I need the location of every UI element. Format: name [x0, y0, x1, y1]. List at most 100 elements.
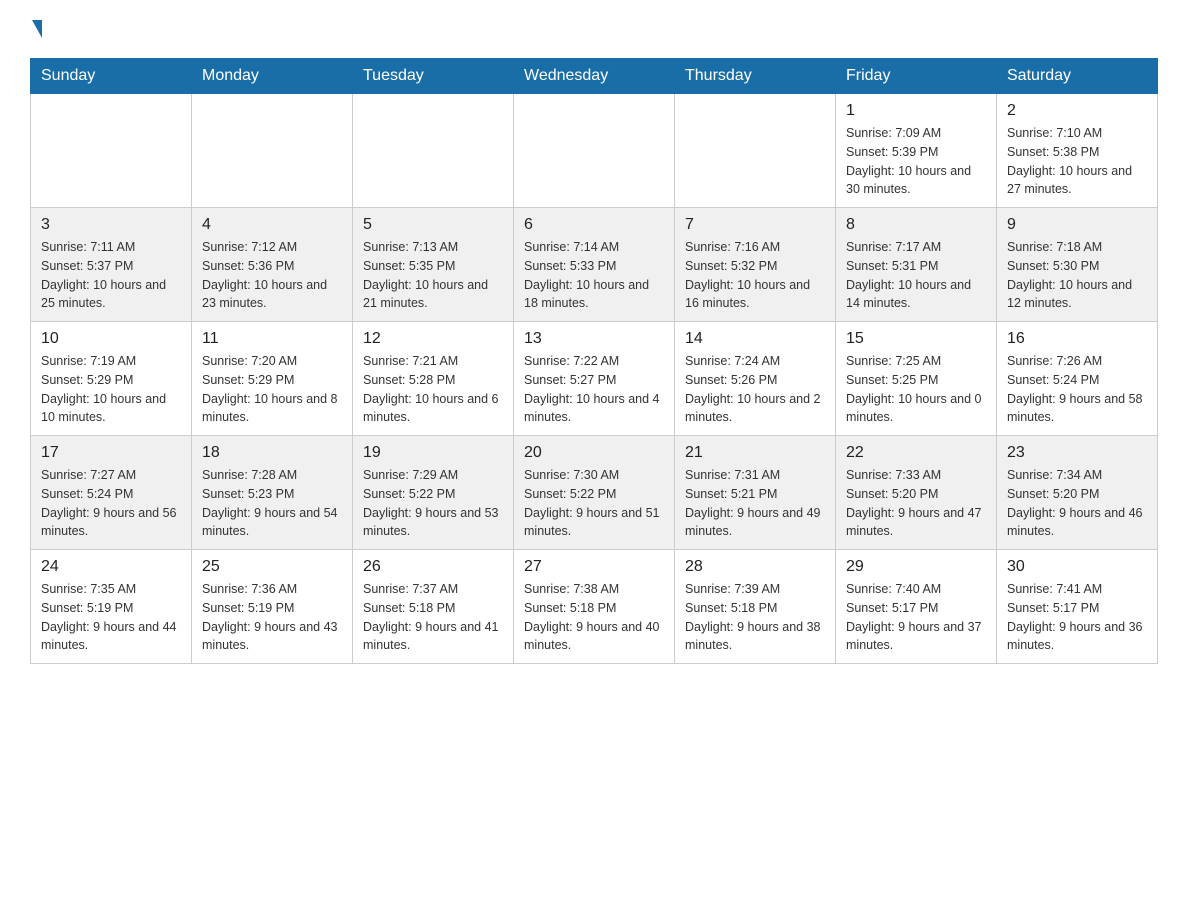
weekday-header-thursday: Thursday — [675, 59, 836, 94]
day-info: Sunrise: 7:30 AMSunset: 5:22 PMDaylight:… — [524, 466, 664, 541]
calendar-cell: 24 Sunrise: 7:35 AMSunset: 5:19 PMDayligh… — [31, 550, 192, 664]
day-number: 19 — [363, 444, 503, 462]
calendar-cell — [31, 94, 192, 208]
calendar-cell: 13 Sunrise: 7:22 AMSunset: 5:27 PMDayligh… — [514, 322, 675, 436]
calendar-week-row: 17 Sunrise: 7:27 AMSunset: 5:24 PMDayligh… — [31, 436, 1158, 550]
day-number: 14 — [685, 330, 825, 348]
day-number: 20 — [524, 444, 664, 462]
day-info: Sunrise: 7:18 AMSunset: 5:30 PMDaylight:… — [1007, 238, 1147, 313]
day-info: Sunrise: 7:39 AMSunset: 5:18 PMDaylight:… — [685, 580, 825, 655]
weekday-header-wednesday: Wednesday — [514, 59, 675, 94]
day-info: Sunrise: 7:33 AMSunset: 5:20 PMDaylight:… — [846, 466, 986, 541]
day-number: 28 — [685, 558, 825, 576]
day-info: Sunrise: 7:28 AMSunset: 5:23 PMDaylight:… — [202, 466, 342, 541]
day-number: 1 — [846, 102, 986, 120]
weekday-header-sunday: Sunday — [31, 59, 192, 94]
day-number: 21 — [685, 444, 825, 462]
day-number: 2 — [1007, 102, 1147, 120]
day-info: Sunrise: 7:34 AMSunset: 5:20 PMDaylight:… — [1007, 466, 1147, 541]
day-number: 11 — [202, 330, 342, 348]
logo — [30, 20, 42, 38]
day-number: 3 — [41, 216, 181, 234]
calendar-cell: 28 Sunrise: 7:39 AMSunset: 5:18 PMDayligh… — [675, 550, 836, 664]
calendar-cell: 23 Sunrise: 7:34 AMSunset: 5:20 PMDayligh… — [997, 436, 1158, 550]
day-info: Sunrise: 7:27 AMSunset: 5:24 PMDaylight:… — [41, 466, 181, 541]
calendar-cell — [675, 94, 836, 208]
calendar-cell: 19Sunrise: 7:29 AMSunset: 5:22 PMDayligh… — [353, 436, 514, 550]
calendar-cell: 4 Sunrise: 7:12 AMSunset: 5:36 PMDaylight… — [192, 208, 353, 322]
day-info: Sunrise: 7:09 AMSunset: 5:39 PMDaylight:… — [846, 124, 986, 199]
day-number: 26 — [363, 558, 503, 576]
calendar-cell: 25 Sunrise: 7:36 AMSunset: 5:19 PMDayligh… — [192, 550, 353, 664]
day-info: Sunrise: 7:36 AMSunset: 5:19 PMDaylight:… — [202, 580, 342, 655]
page-header — [30, 20, 1158, 38]
day-info: Sunrise: 7:24 AMSunset: 5:26 PMDaylight:… — [685, 352, 825, 427]
calendar-header-row: SundayMondayTuesdayWednesdayThursdayFrid… — [31, 59, 1158, 94]
calendar-week-row: 3 Sunrise: 7:11 AMSunset: 5:37 PMDaylight… — [31, 208, 1158, 322]
day-number: 22 — [846, 444, 986, 462]
day-info: Sunrise: 7:12 AMSunset: 5:36 PMDaylight:… — [202, 238, 342, 313]
day-info: Sunrise: 7:21 AMSunset: 5:28 PMDaylight:… — [363, 352, 503, 427]
calendar-table: SundayMondayTuesdayWednesdayThursdayFrid… — [30, 58, 1158, 664]
weekday-header-saturday: Saturday — [997, 59, 1158, 94]
calendar-cell — [353, 94, 514, 208]
day-number: 9 — [1007, 216, 1147, 234]
day-info: Sunrise: 7:19 AMSunset: 5:29 PMDaylight:… — [41, 352, 181, 427]
day-number: 25 — [202, 558, 342, 576]
calendar-cell: 14 Sunrise: 7:24 AMSunset: 5:26 PMDayligh… — [675, 322, 836, 436]
day-info: Sunrise: 7:11 AMSunset: 5:37 PMDaylight:… — [41, 238, 181, 313]
calendar-cell: 9 Sunrise: 7:18 AMSunset: 5:30 PMDaylight… — [997, 208, 1158, 322]
day-number: 30 — [1007, 558, 1147, 576]
calendar-cell: 30 Sunrise: 7:41 AMSunset: 5:17 PMDayligh… — [997, 550, 1158, 664]
day-number: 10 — [41, 330, 181, 348]
day-info: Sunrise: 7:13 AMSunset: 5:35 PMDaylight:… — [363, 238, 503, 313]
calendar-cell — [192, 94, 353, 208]
weekday-header-tuesday: Tuesday — [353, 59, 514, 94]
calendar-cell: 26 Sunrise: 7:37 AMSunset: 5:18 PMDayligh… — [353, 550, 514, 664]
calendar-cell — [514, 94, 675, 208]
day-number: 13 — [524, 330, 664, 348]
day-info: Sunrise: 7:20 AMSunset: 5:29 PMDaylight:… — [202, 352, 342, 427]
calendar-cell: 18 Sunrise: 7:28 AMSunset: 5:23 PMDayligh… — [192, 436, 353, 550]
day-info: Sunrise: 7:14 AMSunset: 5:33 PMDaylight:… — [524, 238, 664, 313]
calendar-cell: 29Sunrise: 7:40 AMSunset: 5:17 PMDayligh… — [836, 550, 997, 664]
day-number: 18 — [202, 444, 342, 462]
day-number: 4 — [202, 216, 342, 234]
calendar-cell: 8Sunrise: 7:17 AMSunset: 5:31 PMDaylight… — [836, 208, 997, 322]
calendar-cell: 21Sunrise: 7:31 AMSunset: 5:21 PMDayligh… — [675, 436, 836, 550]
calendar-week-row: 1 Sunrise: 7:09 AMSunset: 5:39 PMDaylight… — [31, 94, 1158, 208]
day-number: 27 — [524, 558, 664, 576]
calendar-cell: 11 Sunrise: 7:20 AMSunset: 5:29 PMDayligh… — [192, 322, 353, 436]
day-number: 16 — [1007, 330, 1147, 348]
calendar-week-row: 24 Sunrise: 7:35 AMSunset: 5:19 PMDayligh… — [31, 550, 1158, 664]
day-number: 23 — [1007, 444, 1147, 462]
day-info: Sunrise: 7:22 AMSunset: 5:27 PMDaylight:… — [524, 352, 664, 427]
day-info: Sunrise: 7:16 AMSunset: 5:32 PMDaylight:… — [685, 238, 825, 313]
day-number: 12 — [363, 330, 503, 348]
day-info: Sunrise: 7:37 AMSunset: 5:18 PMDaylight:… — [363, 580, 503, 655]
day-info: Sunrise: 7:41 AMSunset: 5:17 PMDaylight:… — [1007, 580, 1147, 655]
logo-arrow-icon — [32, 20, 42, 38]
day-number: 29 — [846, 558, 986, 576]
calendar-cell: 3 Sunrise: 7:11 AMSunset: 5:37 PMDaylight… — [31, 208, 192, 322]
calendar-cell: 2 Sunrise: 7:10 AMSunset: 5:38 PMDaylight… — [997, 94, 1158, 208]
day-number: 15 — [846, 330, 986, 348]
day-info: Sunrise: 7:26 AMSunset: 5:24 PMDaylight:… — [1007, 352, 1147, 427]
calendar-cell: 20 Sunrise: 7:30 AMSunset: 5:22 PMDayligh… — [514, 436, 675, 550]
day-number: 8 — [846, 216, 986, 234]
day-info: Sunrise: 7:10 AMSunset: 5:38 PMDaylight:… — [1007, 124, 1147, 199]
calendar-cell: 1 Sunrise: 7:09 AMSunset: 5:39 PMDaylight… — [836, 94, 997, 208]
weekday-header-friday: Friday — [836, 59, 997, 94]
day-number: 6 — [524, 216, 664, 234]
calendar-cell: 5 Sunrise: 7:13 AMSunset: 5:35 PMDaylight… — [353, 208, 514, 322]
day-number: 17 — [41, 444, 181, 462]
weekday-header-monday: Monday — [192, 59, 353, 94]
day-info: Sunrise: 7:35 AMSunset: 5:19 PMDaylight:… — [41, 580, 181, 655]
calendar-cell: 15Sunrise: 7:25 AMSunset: 5:25 PMDayligh… — [836, 322, 997, 436]
day-number: 24 — [41, 558, 181, 576]
day-number: 5 — [363, 216, 503, 234]
calendar-cell: 16 Sunrise: 7:26 AMSunset: 5:24 PMDayligh… — [997, 322, 1158, 436]
calendar-cell: 7 Sunrise: 7:16 AMSunset: 5:32 PMDaylight… — [675, 208, 836, 322]
day-number: 7 — [685, 216, 825, 234]
calendar-cell: 6 Sunrise: 7:14 AMSunset: 5:33 PMDaylight… — [514, 208, 675, 322]
